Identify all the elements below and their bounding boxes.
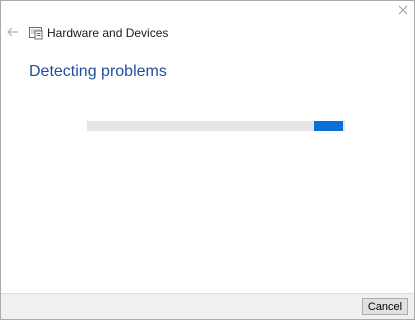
progress-bar — [87, 121, 345, 131]
page-heading: Detecting problems — [29, 63, 167, 80]
footer-bar: Cancel — [1, 293, 414, 319]
cancel-button[interactable]: Cancel — [362, 298, 408, 315]
back-button[interactable] — [4, 24, 22, 42]
back-arrow-icon — [7, 24, 19, 42]
progress-indicator — [314, 121, 343, 131]
app-title: Hardware and Devices — [47, 26, 169, 40]
header-row: Hardware and Devices — [1, 23, 301, 43]
close-button[interactable] — [392, 1, 414, 21]
troubleshooter-window: Hardware and Devices Detecting problems … — [0, 0, 415, 320]
troubleshooter-icon — [29, 26, 43, 40]
close-icon — [398, 2, 408, 20]
